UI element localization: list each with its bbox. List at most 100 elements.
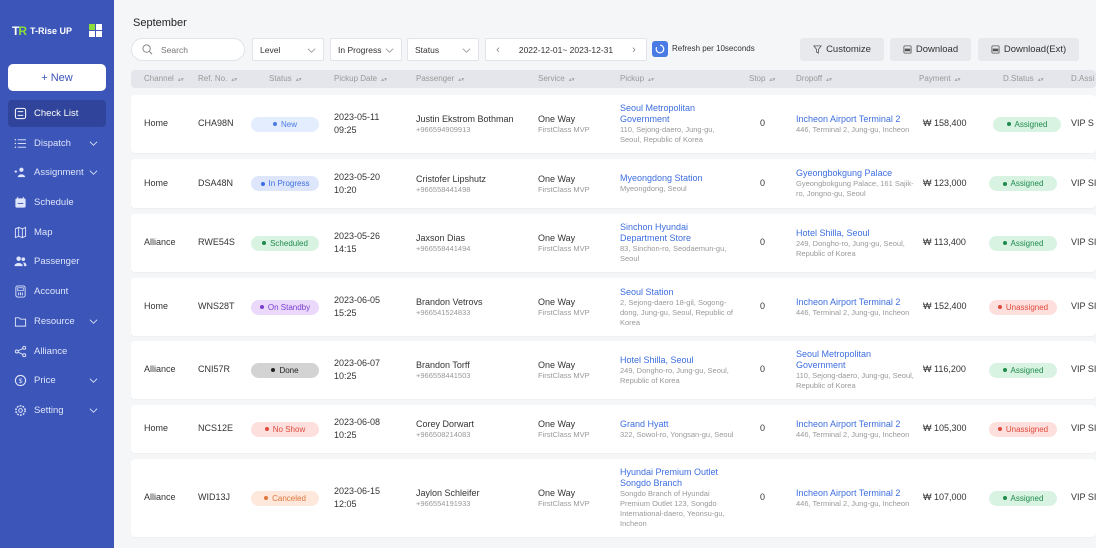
sort-icon[interactable]: ▲▼: [568, 77, 576, 83]
column-header-status[interactable]: Status ▲▼: [269, 74, 303, 83]
service-cell: One Way FirstClass MVP: [538, 418, 590, 440]
sort-icon[interactable]: ▲▼: [457, 77, 465, 83]
pickup-cell: Sinchon Hyundai Department Store 83, Sinc…: [620, 222, 735, 264]
sort-icon[interactable]: ▲▼: [954, 77, 962, 83]
column-header-stop[interactable]: Stop ▲▼: [749, 74, 776, 83]
new-button[interactable]: + New: [8, 64, 106, 91]
column-header-ref-no[interactable]: Ref. No. ▲▼: [198, 74, 238, 83]
chevron-down-icon[interactable]: [89, 139, 98, 148]
pickup-location-link[interactable]: Hyundai Premium Outlet Songdo Branch: [620, 467, 735, 489]
passenger-name[interactable]: Cristofer Lipshutz: [416, 173, 486, 185]
dropoff-location-link[interactable]: Incheon Airport Terminal 2: [796, 114, 914, 125]
refresh-button[interactable]: [652, 41, 668, 57]
column-header-pickup-date[interactable]: Pickup Date ▲▼: [334, 74, 388, 83]
table-row[interactable]: Home WNS28T On Standby 2023-06-05 15:25 Brand…: [131, 278, 1096, 336]
sort-icon[interactable]: ▲▼: [647, 77, 655, 83]
progress-select[interactable]: In Progress: [330, 38, 402, 61]
pickup-location-link[interactable]: Grand Hyatt: [620, 419, 735, 430]
next-range-button[interactable]: ›: [629, 44, 639, 56]
chevron-down-icon[interactable]: [89, 317, 98, 326]
download-ext-button[interactable]: Download(Ext): [978, 38, 1079, 61]
status-dot-icon: [259, 305, 264, 309]
column-header-passenger[interactable]: Passenger ▲▼: [416, 74, 465, 83]
column-header-d-status[interactable]: D.Status ▲▼: [1003, 74, 1045, 83]
sidebar-item-price[interactable]: $ Price: [8, 367, 106, 394]
pickup-location-link[interactable]: Seoul Metropolitan Government: [620, 103, 735, 125]
passenger-name[interactable]: Brandon Torff: [416, 359, 470, 371]
sidebar-item-account[interactable]: Account: [8, 278, 106, 305]
sidebar-item-map[interactable]: Map: [8, 219, 106, 246]
pickup-location-link[interactable]: Sinchon Hyundai Department Store: [620, 222, 735, 244]
table-row[interactable]: Alliance CNI57R Done 2023-06-07 10:25 Brandon…: [131, 341, 1096, 399]
date-range-value[interactable]: 2022-12-01~ 2023-12-31: [519, 45, 613, 55]
pickup-location-link[interactable]: Hotel Shilla, Seoul: [620, 355, 735, 366]
service-cell: One Way FirstClass MVP: [538, 296, 590, 318]
dropoff-location-link[interactable]: Incheon Airport Terminal 2: [796, 419, 914, 430]
sort-icon[interactable]: ▲▼: [295, 77, 303, 83]
dropoff-location-link[interactable]: Incheon Airport Terminal 2: [796, 488, 914, 499]
table-row[interactable]: Alliance WID13J Canceled 2023-06-15 12:05 Jay…: [131, 459, 1096, 537]
sort-icon[interactable]: ▲▼: [177, 77, 185, 83]
passenger-name[interactable]: Jaylon Schleifer: [416, 487, 480, 499]
search-icon: [142, 44, 153, 55]
sort-icon[interactable]: ▲▼: [230, 77, 238, 83]
dropoff-location-link[interactable]: Gyeongbokgung Palace: [796, 168, 914, 179]
chevron-down-icon[interactable]: [89, 376, 98, 385]
sort-icon[interactable]: ▲▼: [768, 77, 776, 83]
list-icon: [14, 137, 27, 150]
pickup-location-link[interactable]: Seoul Station: [620, 287, 735, 298]
table-row[interactable]: Alliance RWE54S Scheduled 2023-05-26 14:15 Ja…: [131, 214, 1096, 272]
status-dot-icon: [1002, 496, 1007, 500]
excel-file-icon: [903, 45, 912, 54]
download-label: Download: [915, 44, 959, 55]
chevron-down-icon[interactable]: [89, 406, 98, 415]
service-cell: One Way FirstClass MVP: [538, 359, 590, 381]
pickup-location-link[interactable]: Myeongdong Station: [620, 173, 735, 184]
sidebar-item-alliance[interactable]: Alliance: [8, 338, 106, 365]
search-box[interactable]: [131, 38, 245, 61]
table-row[interactable]: Home CHA98N New 2023-05-11 09:25 Justin Ekstr…: [131, 95, 1096, 153]
pickup-date: 2023-06-15: [334, 486, 381, 496]
column-header-payment[interactable]: Payment ▲▼: [919, 74, 962, 83]
grid-menu-icon[interactable]: [89, 24, 102, 37]
status-select[interactable]: Status: [407, 38, 479, 61]
passenger-name[interactable]: Corey Dorwart: [416, 418, 474, 430]
new-button-label: + New: [41, 71, 73, 84]
table-row[interactable]: Home DSA48N In Progress 2023-05-20 10:20 Cris…: [131, 159, 1096, 208]
passenger-name[interactable]: Justin Ekstrom Bothman: [416, 113, 514, 125]
column-header-pickup[interactable]: Pickup ▲▼: [620, 74, 655, 83]
dropoff-location-link[interactable]: Incheon Airport Terminal 2: [796, 297, 914, 308]
sort-icon[interactable]: ▲▼: [1037, 77, 1045, 83]
user-add-icon: [14, 166, 27, 179]
sidebar-item-assignment[interactable]: Assignment: [8, 159, 106, 186]
sidebar-item-resource[interactable]: Resource: [8, 308, 106, 335]
date-range-picker[interactable]: ‹ 2022-12-01~ 2023-12-31 ›: [485, 38, 647, 61]
sidebar-item-check-list[interactable]: Check List: [8, 100, 106, 127]
sidebar-item-dispatch[interactable]: Dispatch: [8, 130, 106, 157]
sort-icon[interactable]: ▲▼: [380, 77, 388, 83]
column-header-channel[interactable]: Channel ▲▼: [144, 74, 185, 83]
column-header-dropoff[interactable]: Dropoff ▲▼: [796, 74, 833, 83]
chevron-down-icon[interactable]: [89, 168, 98, 177]
level-select[interactable]: Level: [252, 38, 324, 61]
logo[interactable]: TR T-Rise UP: [12, 23, 104, 39]
download-ext-label: Download(Ext): [1003, 44, 1067, 55]
prev-range-button[interactable]: ‹: [493, 44, 503, 56]
sidebar-item-passenger[interactable]: Passenger: [8, 248, 106, 275]
dropoff-location-link[interactable]: Seoul Metropolitan Government: [796, 349, 914, 371]
search-input[interactable]: [161, 44, 231, 55]
customize-button[interactable]: Customize: [800, 38, 884, 61]
sidebar-item-setting[interactable]: Setting: [8, 397, 106, 424]
passenger-name[interactable]: Brandon Vetrovs: [416, 296, 483, 308]
column-header-d-assi[interactable]: D.Assi: [1071, 74, 1094, 83]
sort-icon[interactable]: ▲▼: [825, 77, 833, 83]
download-button[interactable]: Download: [890, 38, 971, 61]
column-header-service[interactable]: Service ▲▼: [538, 74, 576, 83]
sidebar-item-schedule[interactable]: Schedule: [8, 189, 106, 216]
sidebar-item-label: Assignment: [34, 167, 84, 179]
table-row[interactable]: Home NCS12E No Show 2023-06-08 10:25 Corey Do…: [131, 405, 1096, 453]
passenger-name[interactable]: Jaxson Dias: [416, 232, 470, 244]
table-header: Channel ▲▼ Ref. No. ▲▼ Status ▲▼ Pickup Date ▲▼…: [131, 70, 1096, 88]
pickup-date: 2023-06-08: [334, 417, 381, 427]
dropoff-location-link[interactable]: Hotel Shilla, Seoul: [796, 228, 914, 239]
